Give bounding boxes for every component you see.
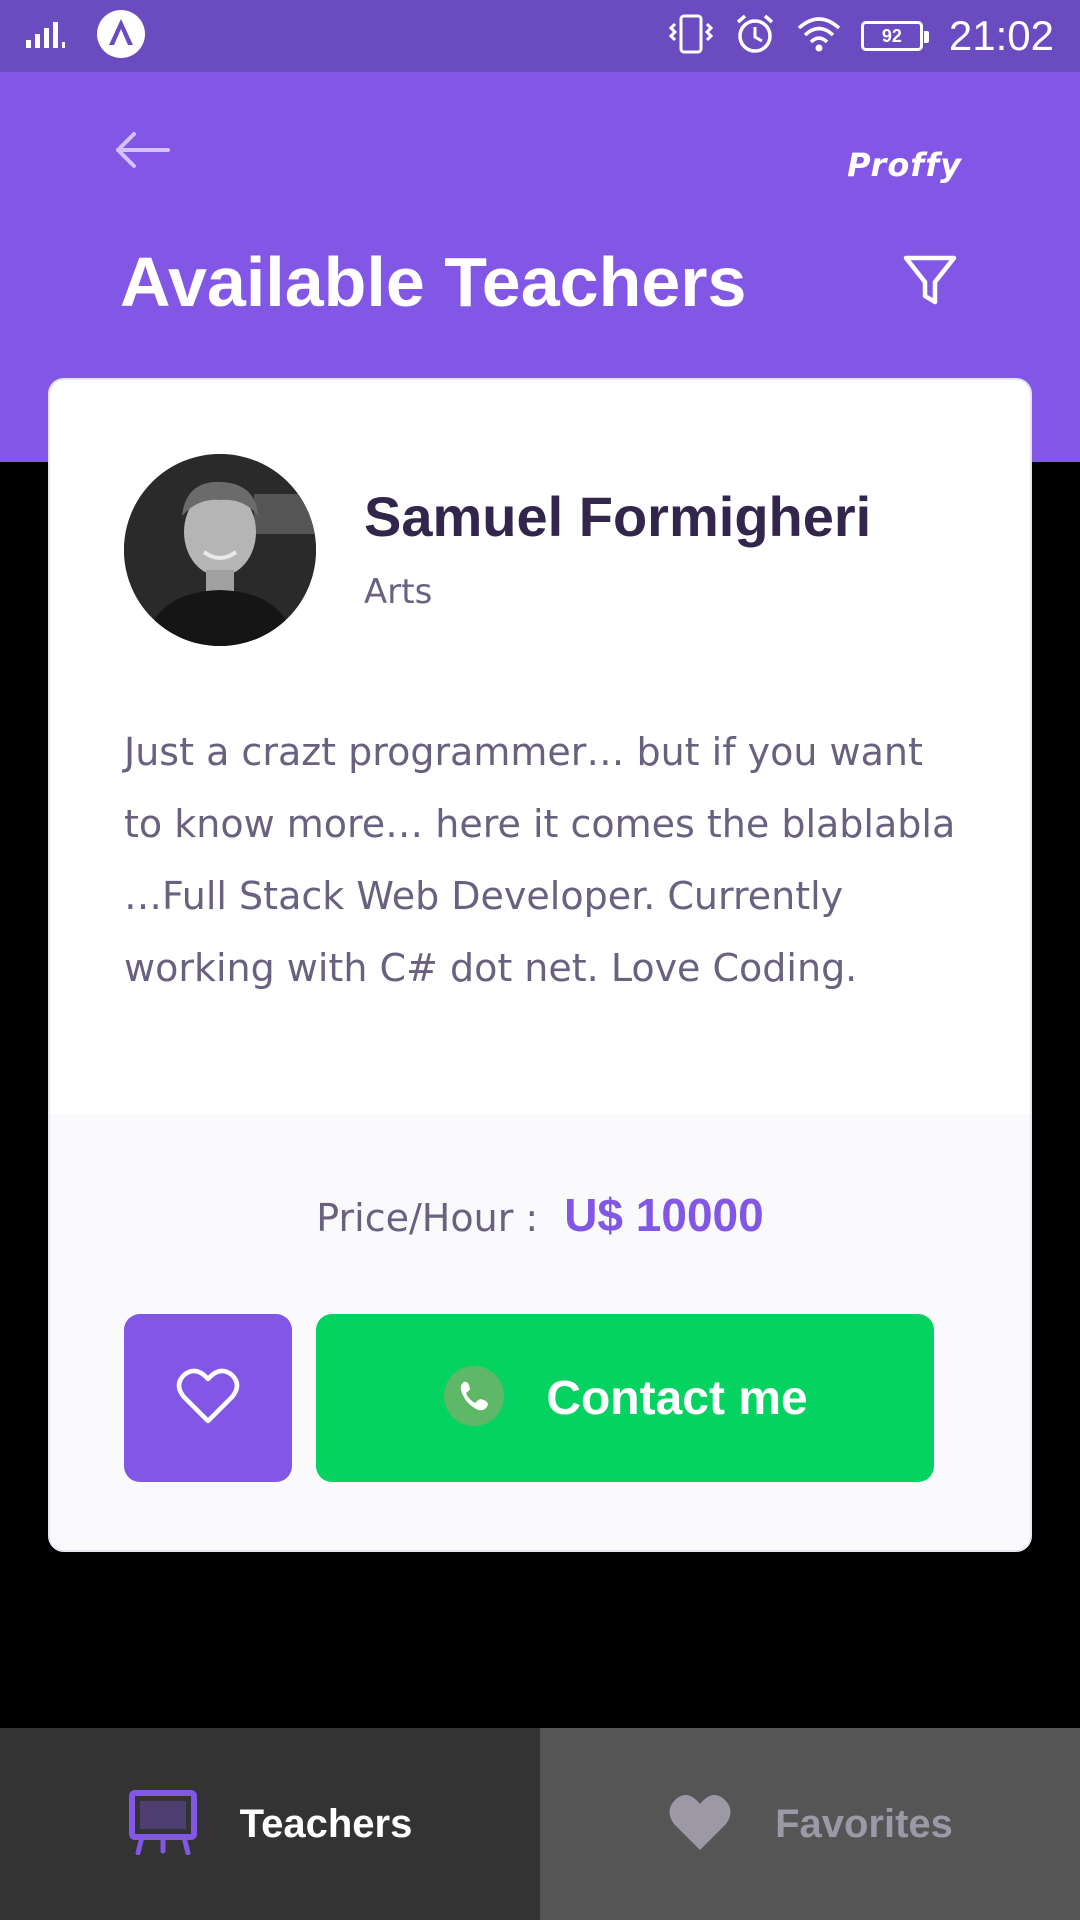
teacher-bio: Just a crazt programmer… but if you want… [124,730,956,990]
price-row: Price/Hour : U$ 10000 [50,1188,1030,1242]
wifi-icon [795,14,843,59]
clock: 21:02 [948,12,1054,59]
bottom-tab-bar: Teachers Favorites [0,1728,1080,1920]
filter-icon [900,255,960,314]
contact-button-label: Contact me [546,1371,808,1425]
teacher-card: Samuel Formigheri Arts Just a crazt prog… [48,378,1032,1552]
tab-teachers[interactable]: Teachers [0,1728,540,1920]
battery-indicator: 92 [860,21,929,51]
signal-icon [24,20,70,53]
heart-icon [667,1792,733,1857]
teacher-avatar [124,454,316,646]
price-label: Price/Hour : [316,1196,539,1240]
teacher-subject: Arts [364,572,433,612]
tab-teachers-label: Teachers [239,1801,413,1846]
brand-logo: Proffy [847,146,962,184]
teacher-name: Samuel Formigheri [364,485,872,548]
card-footer: Price/Hour : U$ 10000 Contact me [50,1114,1030,1550]
page-title: Available Teachers [120,243,747,321]
status-bar: 92 21:02 [0,0,1080,72]
easel-icon [128,1789,198,1860]
tab-favorites-label: Favorites [775,1801,953,1846]
arrow-left-icon [112,130,172,175]
heart-outline-icon [176,1367,240,1430]
alarm-icon [733,12,777,61]
vibrate-icon [667,12,715,61]
favorite-button[interactable] [124,1314,292,1482]
app-notification-icon [96,9,146,64]
price-value: U$ 10000 [564,1189,764,1241]
tab-favorites[interactable]: Favorites [540,1728,1080,1920]
battery-level: 92 [881,25,902,46]
contact-button[interactable]: Contact me [316,1314,934,1482]
whatsapp-icon [442,1364,506,1433]
back-button[interactable] [112,130,176,175]
filter-button[interactable] [900,250,960,310]
